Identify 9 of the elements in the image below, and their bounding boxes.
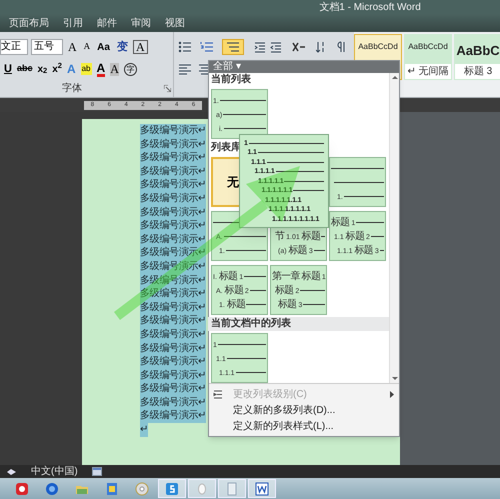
style-preview: AaBbCcDd xyxy=(408,41,448,53)
style-preview: AaBbCcDd xyxy=(358,41,398,53)
style-label: ↵ 无间隔 xyxy=(405,64,451,79)
section-heading: 当前列表 xyxy=(211,73,251,87)
window-title: 文档1 - Microsoft Word xyxy=(319,2,421,14)
section-heading: 当前文档中的列表 xyxy=(208,317,389,331)
style-preview: AaBbC xyxy=(456,42,500,60)
group-label: 字体 xyxy=(62,82,82,96)
style-label: 标题 3 xyxy=(455,64,500,79)
